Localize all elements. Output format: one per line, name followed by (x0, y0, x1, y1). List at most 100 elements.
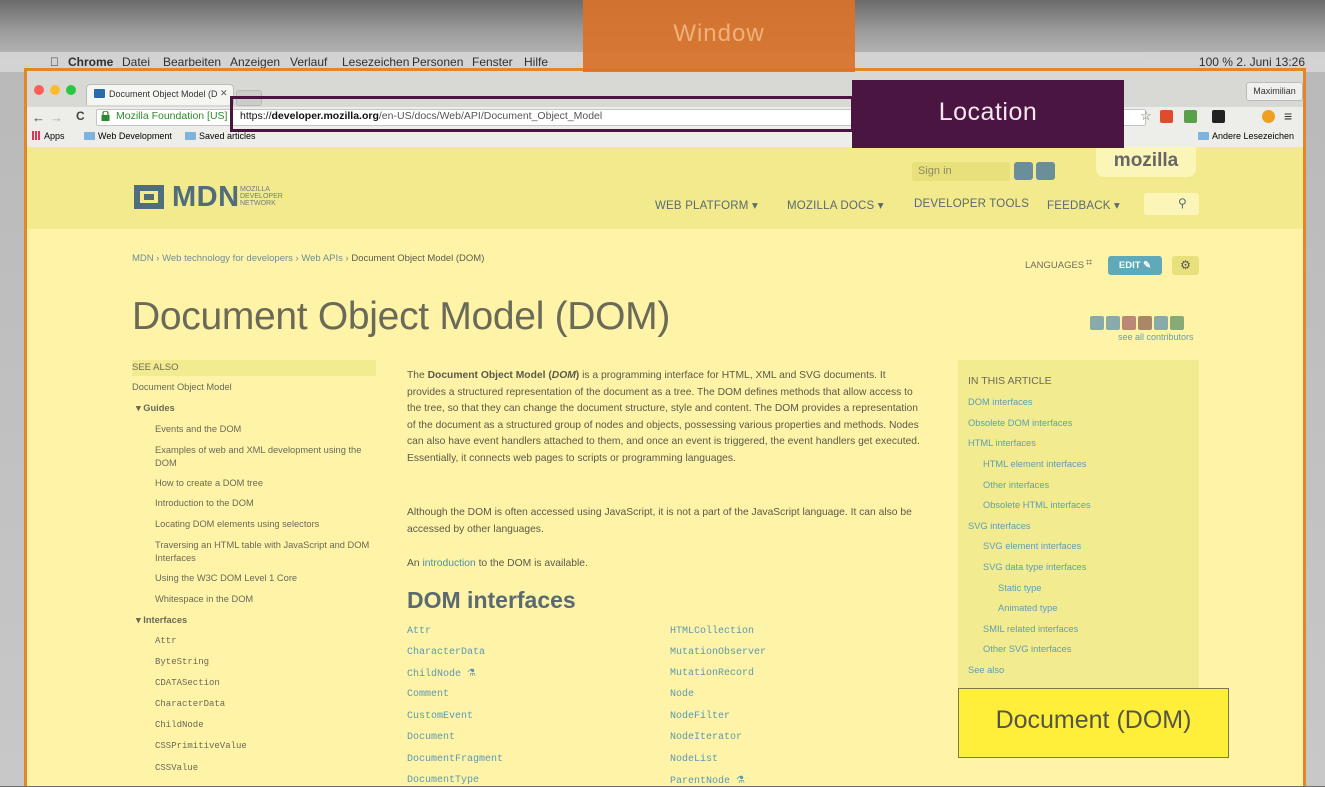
sidebar-interface-link[interactable]: CSSValue (155, 763, 198, 773)
interface-link[interactable]: Node (670, 689, 694, 700)
menu-datei[interactable]: Datei (122, 55, 150, 69)
interface-link[interactable]: Document (407, 732, 455, 743)
forward-arrow-icon[interactable]: → (50, 110, 63, 125)
interface-link[interactable]: MutationRecord (670, 668, 754, 679)
hamburger-menu-icon[interactable]: ≡ (1284, 108, 1292, 124)
interface-link[interactable]: NodeList (670, 754, 718, 765)
extension-icon[interactable] (1212, 110, 1225, 123)
apple-menu-icon[interactable]:  (50, 55, 59, 69)
toc-link[interactable]: HTML element interfaces (983, 459, 1087, 469)
search-icon[interactable]: ⚲ (1178, 196, 1187, 210)
github-login-button[interactable] (1036, 162, 1055, 180)
interface-link[interactable]: ChildNode ⚗ (407, 668, 476, 680)
toc-link[interactable]: Other SVG interfaces (983, 644, 1071, 654)
see-all-contributors-link[interactable]: see all contributors (1118, 332, 1194, 342)
interface-link[interactable]: DocumentType (407, 775, 479, 786)
mdn-logo-icon[interactable] (132, 183, 166, 211)
toc-link[interactable]: SMIL related interfaces (983, 624, 1078, 634)
toc-link[interactable]: DOM interfaces (968, 397, 1033, 407)
menu-anzeigen[interactable]: Anzeigen (230, 55, 280, 69)
sidebar-toggle-guides[interactable]: ▾ Guides (136, 403, 175, 414)
sidebar-guide-link[interactable]: How to create a DOM tree (155, 478, 263, 488)
nav-developer-tools[interactable]: DEVELOPER TOOLS (914, 198, 1029, 210)
sidebar-interface-link[interactable]: CDATASection (155, 678, 220, 688)
sidebar-guide-link[interactable]: Locating DOM elements using selectors (155, 519, 319, 529)
sidebar-guide-link[interactable]: Whitespace in the DOM (155, 594, 253, 604)
tab-close-icon[interactable]: ✕ (220, 88, 228, 99)
close-window-icon[interactable] (34, 85, 44, 95)
toc-link[interactable]: SVG element interfaces (983, 541, 1081, 551)
toc-link[interactable]: Other interfaces (983, 480, 1049, 490)
toc-link[interactable]: Animated type (998, 603, 1057, 613)
toc-link[interactable]: Static type (998, 583, 1041, 593)
sidebar-guide-link[interactable]: Interfaces (155, 553, 196, 563)
interface-link[interactable]: NodeIterator (670, 732, 742, 743)
breadcrumb-link[interactable]: Web technology for developers (162, 253, 293, 264)
nav-feedback[interactable]: FEEDBACK ▾ (1047, 198, 1120, 212)
interface-link[interactable]: NodeFilter (670, 711, 730, 722)
interface-link[interactable]: ParentNode ⚗ (670, 775, 745, 787)
nav-mozilla-docs[interactable]: MOZILLA DOCS ▾ (787, 198, 884, 212)
reload-icon[interactable]: C (76, 109, 85, 123)
sidebar-guide-link[interactable]: Examples of web and XML development usin… (155, 445, 361, 455)
avatar[interactable] (1154, 316, 1168, 330)
interface-link[interactable]: HTMLCollection (670, 626, 754, 637)
bookmark-web-development[interactable]: Web Development (84, 131, 172, 141)
ev-certificate-label[interactable]: Mozilla Foundation [US] (116, 110, 227, 122)
avatar[interactable] (1090, 316, 1104, 330)
menu-verlauf[interactable]: Verlauf (290, 55, 327, 69)
toc-link[interactable]: SVG data type interfaces (983, 562, 1086, 572)
sidebar-interface-link[interactable]: Attr (155, 636, 177, 646)
toc-link[interactable]: Obsolete DOM interfaces (968, 418, 1072, 428)
back-arrow-icon[interactable]: ← (32, 110, 45, 125)
toc-link[interactable]: SVG interfaces (968, 521, 1031, 531)
sidebar-guide-link[interactable]: DOM (155, 458, 177, 468)
menu-hilfe[interactable]: Hilfe (524, 55, 548, 69)
toc-link[interactable]: HTML interfaces (968, 438, 1036, 448)
breadcrumb-link[interactable]: Web APIs (301, 253, 343, 264)
avatar[interactable] (1106, 316, 1120, 330)
toc-link[interactable]: See also (968, 665, 1004, 675)
interface-link[interactable]: Comment (407, 689, 449, 700)
menu-personen[interactable]: Personen (412, 55, 463, 69)
site-search-input[interactable] (1144, 193, 1199, 215)
toc-link[interactable]: Obsolete HTML interfaces (983, 500, 1091, 510)
extension-icon[interactable] (1184, 110, 1197, 123)
mozilla-tab[interactable]: mozilla (1096, 147, 1196, 177)
zoom-window-icon[interactable] (66, 85, 76, 95)
avatar[interactable] (1122, 316, 1136, 330)
sidebar-interface-link[interactable]: CharacterData (155, 699, 225, 709)
mdn-logo-text[interactable]: MDN (172, 181, 240, 214)
bookmark-apps[interactable]: Apps (32, 131, 65, 141)
avatar[interactable] (1138, 316, 1152, 330)
menu-lesezeichen[interactable]: Lesezeichen (342, 55, 409, 69)
menu-bearbeiten[interactable]: Bearbeiten (163, 55, 221, 69)
sidebar-interface-link[interactable]: ByteString (155, 657, 209, 667)
sidebar-guide-link[interactable]: Using the W3C DOM Level 1 Core (155, 573, 297, 583)
bookmark-star-icon[interactable]: ☆ (1140, 108, 1152, 124)
translate-icon[interactable]: ⌗ (1086, 257, 1092, 270)
menu-fenster[interactable]: Fenster (472, 55, 513, 69)
extension-icon[interactable] (1160, 110, 1173, 123)
sidebar-guide-link[interactable]: Introduction to the DOM (155, 498, 254, 508)
persona-login-button[interactable] (1014, 162, 1033, 180)
gear-icon[interactable]: ⚙ (1172, 256, 1199, 275)
sidebar-interface-link[interactable]: CSSPrimitiveValue (155, 741, 247, 751)
nav-web-platform[interactable]: WEB PLATFORM ▾ (655, 198, 758, 212)
sidebar-toggle-interfaces[interactable]: ▾ Interfaces (136, 615, 187, 626)
introduction-link[interactable]: introduction (422, 558, 475, 569)
tab-active[interactable]: Document Object Model (D (86, 84, 234, 105)
profile-button[interactable]: Maximilian (1246, 82, 1303, 101)
sidebar-interface-link[interactable]: ChildNode (155, 720, 204, 730)
interface-link[interactable]: CharacterData (407, 647, 485, 658)
sidebar-link-dom[interactable]: Document Object Model (132, 382, 232, 392)
interface-link[interactable]: Attr (407, 626, 431, 637)
minimize-window-icon[interactable] (50, 85, 60, 95)
sidebar-guide-link[interactable]: Traversing an HTML table with JavaScript… (155, 540, 369, 550)
other-bookmarks[interactable]: Andere Lesezeichen (1198, 131, 1294, 141)
edit-button[interactable]: EDIT ✎ (1108, 256, 1162, 275)
languages-link[interactable]: LANGUAGES (1025, 260, 1084, 271)
breadcrumb-link[interactable]: MDN (132, 253, 154, 264)
interface-link[interactable]: DocumentFragment (407, 754, 503, 765)
interface-link[interactable]: CustomEvent (407, 711, 473, 722)
